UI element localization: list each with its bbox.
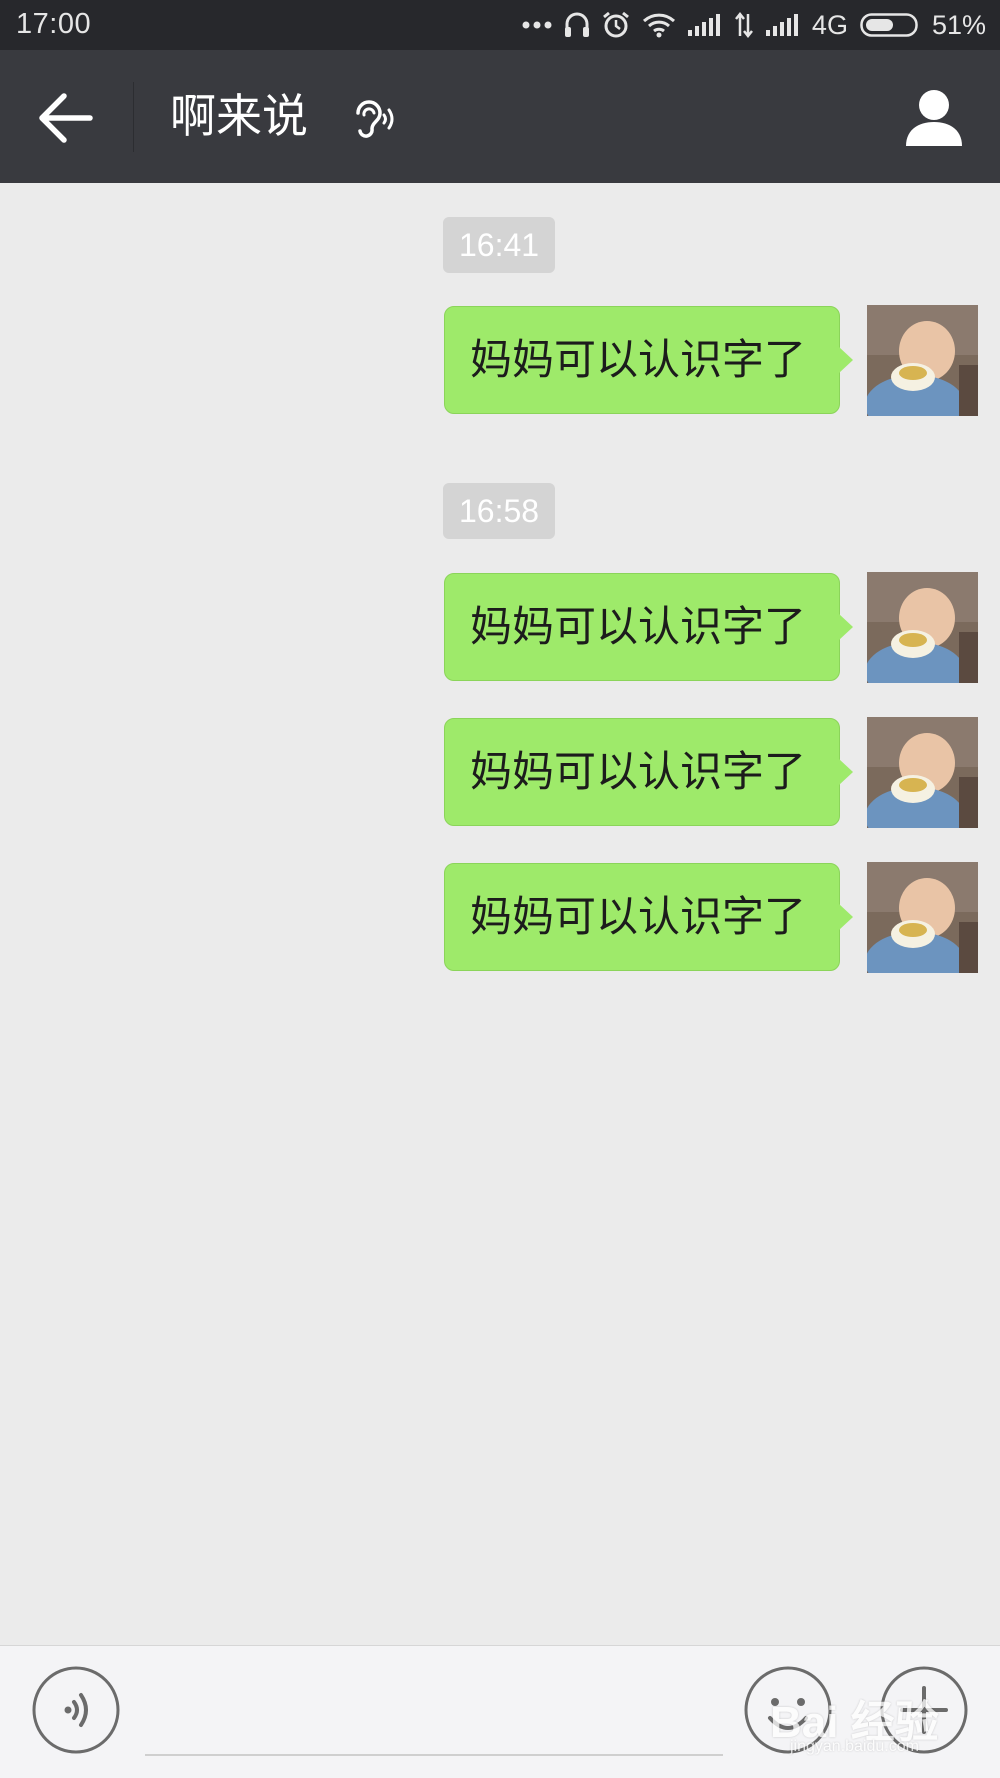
plus-icon [880,1666,968,1754]
avatar[interactable] [867,305,978,416]
avatar[interactable] [867,717,978,828]
person-icon [906,90,962,146]
status-time: 17:00 [16,8,92,40]
message-bubble[interactable]: 妈妈可以认识字了 [444,863,853,971]
back-button[interactable] [38,90,98,146]
message-bubble[interactable]: 妈妈可以认识字了 [444,306,853,414]
message-bubble[interactable]: 妈妈可以认识字了 [444,718,853,826]
wifi-icon [642,12,676,38]
data-arrows-icon [734,12,754,38]
input-bar: Bai 经验 jingyan.baidu.com [0,1645,1000,1778]
chat-title: 啊来说 [170,89,308,143]
headphone-icon [564,11,590,39]
chat-area[interactable]: 16:41 妈妈可以认识字了 16:58 妈妈可以认识字了 妈妈可以认识字了 妈… [0,183,1000,1645]
emoji-icon [744,1666,832,1754]
chat-header: 啊来说 [0,50,1000,183]
battery-percent: 51% [931,9,986,40]
status-bar: 17:00 4G 51% [0,0,1000,50]
signal-icon [765,14,800,36]
message-bubble[interactable]: 妈妈可以认识字了 [444,573,853,681]
status-icons: 4G 51% [522,6,986,44]
voice-button[interactable] [32,1666,120,1754]
alarm-icon [602,11,630,39]
more-button[interactable] [880,1666,968,1754]
header-divider [133,82,134,152]
battery-icon [860,13,920,37]
avatar[interactable] [867,572,978,683]
signal-icon [687,14,722,36]
earpiece-icon [350,97,396,141]
more-dots-icon [522,20,552,30]
timestamp: 16:41 [443,217,556,273]
avatar[interactable] [867,862,978,973]
network-type: 4G [811,9,848,40]
emoji-button[interactable] [744,1666,832,1754]
voice-icon [32,1666,120,1754]
timestamp: 16:58 [443,483,556,539]
chat-info-button[interactable] [904,86,964,148]
message-input[interactable] [145,1674,723,1756]
back-arrow-icon [39,93,93,143]
